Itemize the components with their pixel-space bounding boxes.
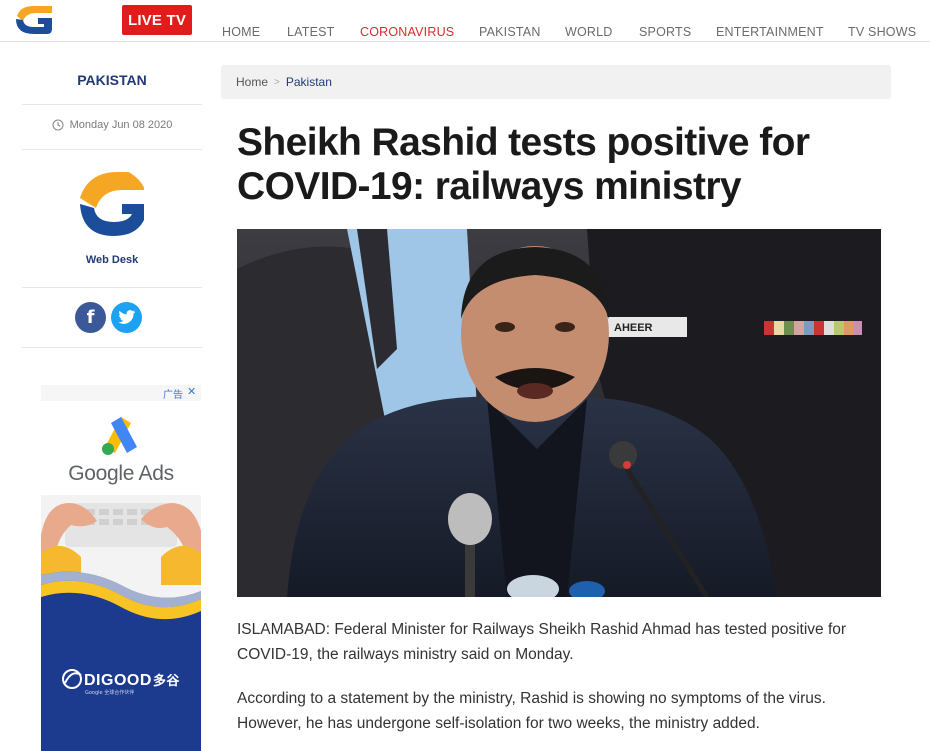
ad-brand: DIGOOD多谷 xyxy=(84,670,180,690)
article-title: Sheikh Rashid tests positive for COVID-1… xyxy=(237,121,810,208)
publish-date: Monday Jun 08 2020 xyxy=(22,119,202,131)
ad-title: Google Ads xyxy=(68,462,174,485)
nav-item-tv-shows[interactable]: TV SHOWS xyxy=(848,12,916,52)
facebook-share-icon[interactable]: f xyxy=(75,302,106,333)
article-hero-image: AHEER xyxy=(237,229,881,597)
clock-icon xyxy=(52,119,64,131)
divider xyxy=(22,149,202,150)
google-ads-banner xyxy=(41,385,201,751)
breadcrumb-current-link[interactable]: Pakistan xyxy=(286,75,332,89)
breadcrumb-separator: > xyxy=(274,76,280,88)
geo-news-logo[interactable] xyxy=(14,3,54,37)
ad-brand-cn: 多谷 xyxy=(152,674,180,689)
nav-item-sports[interactable]: SPORTS xyxy=(639,12,691,52)
nav-item-entertainment[interactable]: ENTERTAINMENT xyxy=(716,12,824,52)
twitter-share-icon[interactable] xyxy=(111,302,142,333)
name-tag-text: AHEER xyxy=(614,322,653,334)
divider xyxy=(22,347,202,348)
divider xyxy=(22,287,202,288)
nav-item-world[interactable]: WORLD xyxy=(565,12,613,52)
twitter-bird-icon xyxy=(117,310,135,324)
sidebar-advertisement[interactable]: 广告 ✕ Google Ads DIGOOD多谷 Google 全球合作伙伴 xyxy=(41,385,201,751)
nav-item-pakistan[interactable]: PAKISTAN xyxy=(479,12,541,52)
breadcrumb: Home > Pakistan xyxy=(221,65,891,99)
ad-badge: 广告 xyxy=(163,390,183,401)
ad-brand-en: DIGOOD xyxy=(84,672,152,689)
ad-close-icon[interactable]: ✕ xyxy=(187,385,196,398)
nav-item-home[interactable]: HOME xyxy=(222,12,260,52)
article-paragraph: ISLAMABAD: Federal Minister for Railways… xyxy=(237,621,847,663)
divider xyxy=(22,104,202,105)
ad-brand-subtitle: Google 全球合作伙伴 xyxy=(85,690,135,696)
press-conference-photo: AHEER xyxy=(237,229,881,597)
nav-item-coronavirus[interactable]: CORONAVIRUS xyxy=(360,12,454,52)
nav-item-latest[interactable]: LATEST xyxy=(287,12,335,52)
top-navigation-bar: LIVE TV HOME LATEST CORONAVIRUS PAKISTAN WOR… xyxy=(0,0,930,42)
date-text: Monday Jun 08 2020 xyxy=(69,119,173,131)
author-name[interactable]: Web Desk xyxy=(22,254,202,266)
live-tv-button[interactable]: LIVE TV xyxy=(122,5,192,35)
author-avatar[interactable] xyxy=(76,168,148,240)
breadcrumb-home-link[interactable]: Home xyxy=(236,75,268,89)
article-paragraph: According to a statement by the ministry… xyxy=(237,690,826,732)
category-label[interactable]: PAKISTAN xyxy=(22,72,202,88)
